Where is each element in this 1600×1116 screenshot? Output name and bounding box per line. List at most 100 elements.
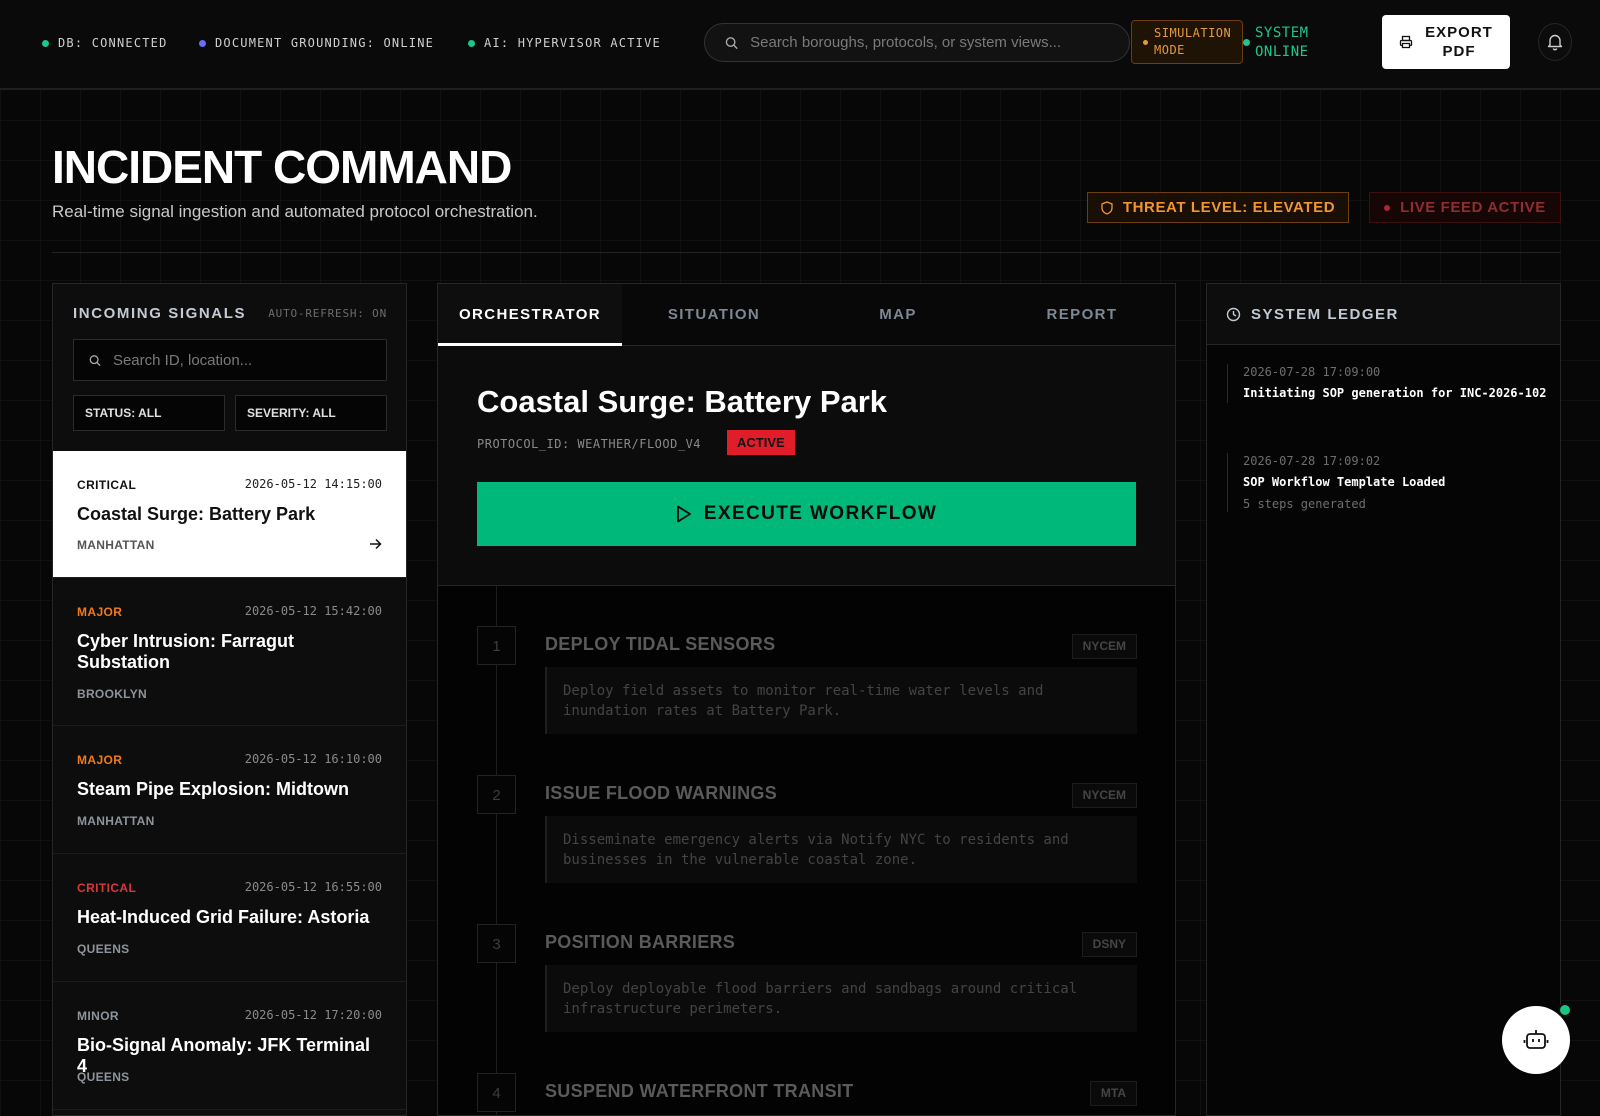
protocol-id: PROTOCOL_ID: WEATHER/FLOOD_V4: [477, 437, 702, 451]
tab-report[interactable]: REPORT: [990, 284, 1174, 346]
incident-title: Coastal Surge: Battery Park: [477, 384, 888, 419]
ai-status-label: AI: HYPERVISOR ACTIVE: [484, 36, 661, 50]
export-label-2: PDF: [1442, 43, 1476, 60]
signal-time: 2026-05-12 16:10:00: [244, 752, 382, 766]
db-status: DB: CONNECTED: [42, 36, 168, 50]
signal-item[interactable]: MAJOR 2026-05-12 16:10:00 Steam Pipe Exp…: [53, 726, 406, 854]
global-search-input[interactable]: [750, 34, 1129, 51]
simulation-mode-badge[interactable]: SIMULATION MODE: [1131, 20, 1243, 64]
step-agency-badge: NYCEM: [1071, 783, 1137, 808]
signal-location: QUEENS: [77, 942, 130, 956]
system-online-label-2: ONLINE: [1255, 44, 1309, 60]
ai-status-dot: [468, 39, 475, 47]
status-filter[interactable]: STATUS: ALL: [73, 395, 225, 431]
step-number: 3: [477, 924, 516, 963]
clock-icon: [1226, 307, 1241, 322]
view-tabs: ORCHESTRATOR SITUATION MAP REPORT: [438, 284, 1175, 346]
execute-workflow-button[interactable]: EXECUTE WORKFLOW: [477, 482, 1136, 546]
step-number: 4: [477, 1073, 516, 1112]
signal-time: 2026-05-12 15:42:00: [244, 604, 382, 618]
export-pdf-button[interactable]: EXPORT PDF: [1382, 15, 1510, 69]
bell-icon: [1547, 34, 1563, 51]
severity-filter[interactable]: SEVERITY: ALL: [235, 395, 387, 431]
live-feed-label: LIVE FEED ACTIVE: [1400, 199, 1546, 216]
step-agency-badge: NYCEM: [1071, 634, 1137, 659]
simulation-dot: [1143, 40, 1148, 45]
step-description: Deploy deployable flood barriers and san…: [545, 965, 1137, 1032]
search-icon: [725, 36, 738, 49]
protocol-section: Coastal Surge: Battery Park PROTOCOL_ID:…: [438, 346, 1175, 586]
notifications-button[interactable]: [1538, 23, 1572, 61]
severity-label: MAJOR: [77, 605, 123, 619]
signal-location: MANHATTAN: [77, 814, 155, 828]
workflow-step: 2 ISSUE FLOOD WARNINGS NYCEM Disseminate…: [477, 775, 1137, 885]
page-subtitle: Real-time signal ingestion and automated…: [52, 202, 538, 221]
grounding-status-dot: [199, 39, 206, 47]
ledger-entry: 2026-07-28 17:09:00 Initiating SOP gener…: [1227, 364, 1547, 403]
play-icon: [676, 505, 691, 523]
workflow-step: 3 POSITION BARRIERS DSNY Deploy deployab…: [477, 924, 1137, 1034]
signal-location: BROOKLYN: [77, 687, 147, 701]
threat-level-badge: THREAT LEVEL: ELEVATED: [1087, 192, 1349, 223]
ledger-title: SYSTEM LEDGER: [1251, 306, 1399, 323]
step-title: SUSPEND WATERFRONT TRANSIT: [545, 1081, 854, 1101]
grounding-status: DOCUMENT GROUNDING: ONLINE: [199, 36, 434, 50]
system-online-label-1: SYSTEM: [1255, 25, 1309, 41]
signals-search-input[interactable]: [112, 351, 386, 369]
simulation-label-1: SIMULATION: [1154, 26, 1232, 40]
header-divider: [52, 252, 1561, 253]
printer-icon: [1400, 35, 1413, 49]
assistant-bot-button[interactable]: [1502, 1006, 1570, 1074]
step-title: POSITION BARRIERS: [545, 932, 736, 952]
step-description: Deploy field assets to monitor real-time…: [545, 667, 1137, 734]
signals-title: INCOMING SIGNALS: [73, 305, 247, 322]
severity-label: CRITICAL: [77, 478, 137, 492]
auto-refresh-indicator[interactable]: AUTO-REFRESH: ON: [268, 307, 387, 320]
ledger-entry-time: 2026-07-28 17:09:02: [1243, 454, 1381, 468]
shield-icon: [1101, 200, 1113, 215]
signal-time: 2026-05-12 16:55:00: [244, 880, 382, 894]
severity-label: MINOR: [77, 1009, 119, 1023]
export-label-1: EXPORT: [1425, 24, 1493, 41]
system-online-indicator: SYSTEM ONLINE: [1243, 24, 1309, 62]
step-title: DEPLOY TIDAL SENSORS: [545, 634, 776, 654]
signal-item[interactable]: CRITICAL 2026-05-12 16:55:00 Heat-Induce…: [53, 854, 406, 982]
step-description: Disseminate emergency alerts via Notify …: [545, 816, 1137, 883]
workflow-step: 4 SUSPEND WATERFRONT TRANSIT MTA: [477, 1073, 1137, 1115]
assistant-online-indicator: [1558, 1003, 1572, 1017]
signal-location: MANHATTAN: [77, 538, 155, 552]
grounding-status-label: DOCUMENT GROUNDING: ONLINE: [215, 36, 435, 50]
db-status-dot: [42, 39, 49, 47]
signal-location: QUEENS: [77, 1070, 130, 1084]
execute-workflow-label: EXECUTE WORKFLOW: [703, 503, 938, 524]
signal-title: Heat-Induced Grid Failure: Astoria: [77, 907, 370, 927]
signals-search[interactable]: [73, 339, 387, 381]
arrow-right-icon: [370, 538, 382, 550]
signal-time: 2026-05-12 17:20:00: [244, 1008, 382, 1022]
tab-orchestrator[interactable]: ORCHESTRATOR: [438, 284, 622, 346]
ledger-entry: 2026-07-28 17:09:02 SOP Workflow Templat…: [1227, 453, 1547, 512]
search-icon: [89, 354, 101, 366]
signal-item[interactable]: MINOR 2026-05-12 17:20:00 Bio-Signal Ano…: [53, 982, 406, 1110]
ledger-entry-subtext: 5 steps generated: [1243, 497, 1366, 511]
signal-item[interactable]: CRITICAL 2026-05-12 14:15:00 Coastal Sur…: [53, 451, 406, 578]
db-status-label: DB: CONNECTED: [58, 36, 168, 50]
ledger-entry-text: Initiating SOP generation for INC-2026-1…: [1243, 386, 1547, 400]
signal-title: Steam Pipe Explosion: Midtown: [77, 779, 350, 799]
tab-situation[interactable]: SITUATION: [622, 284, 806, 346]
severity-label: CRITICAL: [77, 881, 137, 895]
tab-map[interactable]: MAP: [806, 284, 990, 346]
global-search[interactable]: [704, 23, 1130, 62]
orchestrator-panel: ORCHESTRATOR SITUATION MAP REPORT Coasta…: [437, 283, 1176, 1116]
page-title: INCIDENT COMMAND: [52, 141, 512, 193]
signal-item[interactable]: MAJOR 2026-05-12 15:42:00 Cyber Intrusio…: [53, 578, 406, 726]
system-online-dot: [1243, 39, 1250, 46]
ai-status: AI: HYPERVISOR ACTIVE: [468, 36, 661, 50]
robot-icon: [1523, 1030, 1549, 1049]
threat-level-label: THREAT LEVEL: ELEVATED: [1122, 199, 1336, 216]
ledger-entry-text: SOP Workflow Template Loaded: [1243, 475, 1446, 489]
severity-label: MAJOR: [77, 753, 123, 767]
incoming-signals-panel: INCOMING SIGNALS AUTO-REFRESH: ON STATUS…: [52, 283, 407, 1116]
ledger-entry-time: 2026-07-28 17:09:00: [1243, 365, 1381, 379]
ledger-header: SYSTEM LEDGER: [1207, 284, 1560, 345]
